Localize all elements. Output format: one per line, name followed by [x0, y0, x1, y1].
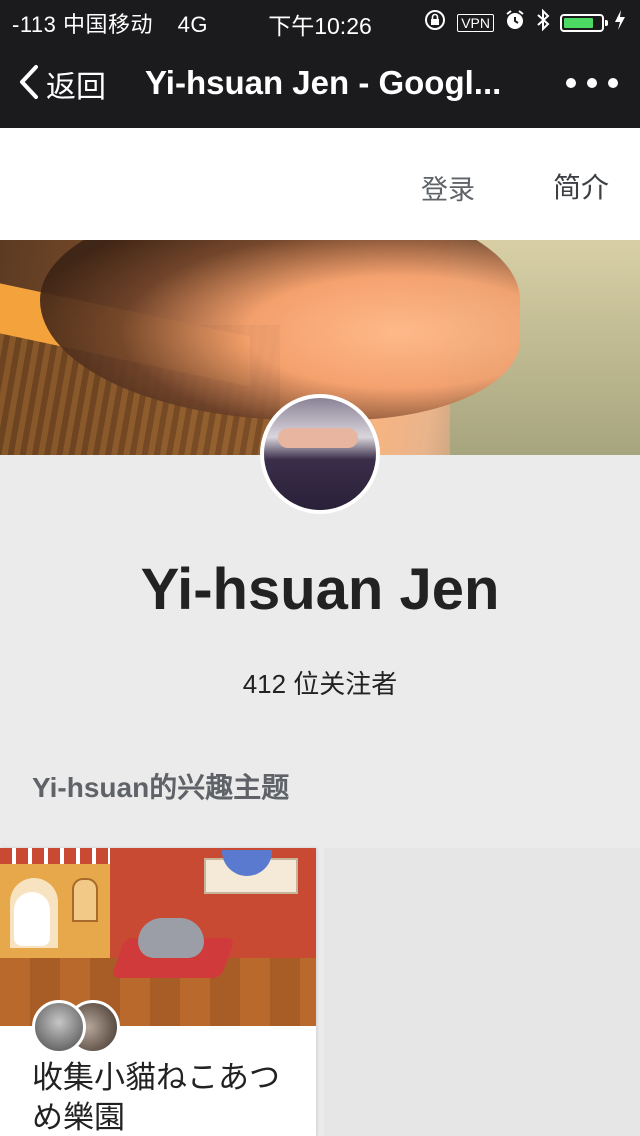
- collection-card[interactable]: 收集小貓ねこあつめ樂園: [0, 848, 316, 1136]
- avatar[interactable]: [260, 394, 380, 514]
- bluetooth-icon: [536, 8, 550, 38]
- status-bar: -113 中国移动 4G 下午10:26 VPN: [0, 0, 640, 40]
- collection-card-placeholder: [324, 848, 640, 1136]
- collection-title: 收集小貓ねこあつめ樂園: [32, 1060, 280, 1135]
- about-link[interactable]: 简介: [553, 166, 609, 206]
- avatar: [32, 1000, 86, 1054]
- vpn-badge: VPN: [457, 14, 494, 32]
- nav-bar: 返回 Yi-hsuan Jen - Googl...: [0, 40, 640, 128]
- battery-icon: [560, 14, 608, 32]
- followers-count[interactable]: 412 位关注者: [0, 664, 640, 701]
- back-button[interactable]: 返回: [18, 62, 106, 106]
- battery-level: [564, 18, 593, 28]
- back-label: 返回: [46, 71, 106, 104]
- collection-owner-avatars: [32, 1000, 122, 1054]
- orientation-lock-icon: [423, 8, 447, 38]
- chevron-left-icon: [18, 64, 40, 105]
- login-link[interactable]: 登录: [421, 168, 475, 207]
- alarm-icon: [504, 9, 526, 37]
- profile-name: Yi-hsuan Jen: [140, 557, 500, 622]
- section-title: Yi-hsuan的兴趣主题: [32, 772, 290, 803]
- header-links: 登录 简介: [0, 128, 640, 240]
- page-title: Yi-hsuan Jen - Googl...: [145, 64, 502, 101]
- charging-icon: [614, 9, 626, 37]
- more-dots-icon[interactable]: [566, 70, 618, 96]
